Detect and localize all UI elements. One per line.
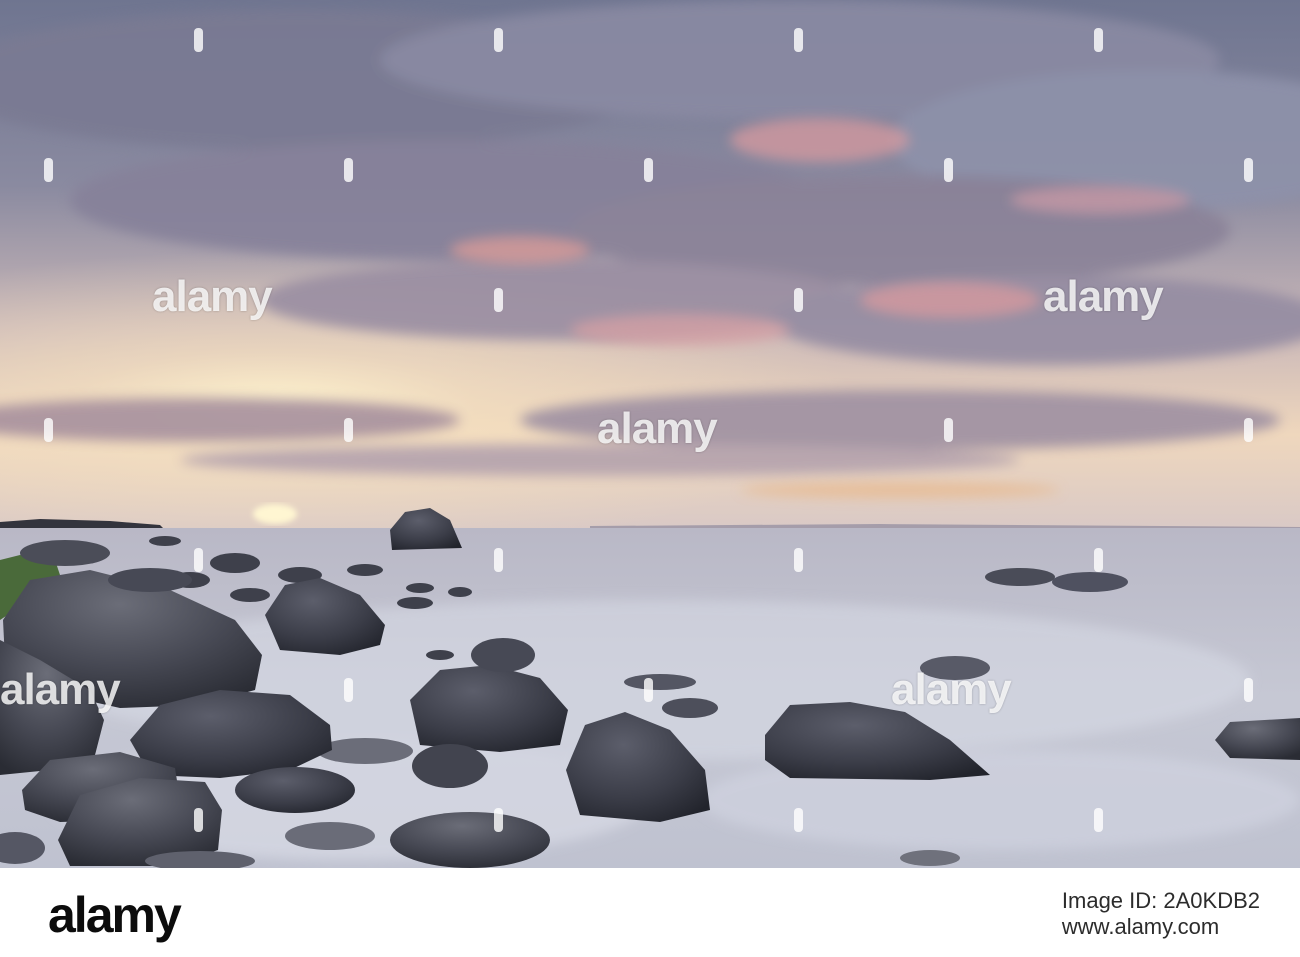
watermark-mark: [344, 678, 353, 702]
watermark-logo: alamy: [152, 272, 273, 321]
watermark-mark: [44, 418, 53, 442]
rock: [1052, 572, 1128, 592]
watermark-mark: [494, 288, 503, 312]
watermark-mark: [944, 158, 953, 182]
watermark-mark: [1244, 678, 1253, 702]
watermark-mark: [344, 418, 353, 442]
rock: [285, 822, 375, 850]
watermark-mark: [494, 548, 503, 572]
rock: [985, 568, 1055, 586]
rock: [662, 698, 718, 718]
rock: [20, 540, 110, 566]
watermark-mark: [344, 158, 353, 182]
watermark-mark: [794, 288, 803, 312]
rock: [412, 744, 488, 788]
footer-info: Image ID: 2A0KDB2 www.alamy.com: [1062, 888, 1260, 940]
watermark-logo: alamy: [1043, 272, 1164, 321]
watermark-mark: [194, 28, 203, 52]
watermark-mark: [644, 158, 653, 182]
rock: [900, 850, 960, 866]
watermark-mark: [1244, 158, 1253, 182]
watermark-mark: [44, 158, 53, 182]
watermark-mark: [794, 28, 803, 52]
watermark-mark: [1244, 418, 1253, 442]
rock: [317, 738, 413, 764]
rock: [108, 568, 192, 592]
watermark-mark: [494, 808, 503, 832]
watermark-mark: [944, 418, 953, 442]
watermark-mark: [794, 808, 803, 832]
rock: [235, 767, 355, 813]
rock: [471, 638, 535, 672]
watermark-mark: [1094, 808, 1103, 832]
watermark-logo: alamy: [0, 665, 121, 714]
rock: [390, 812, 550, 868]
watermark-mark: [194, 548, 203, 572]
watermark-logo: alamy: [891, 665, 1012, 714]
image-id: Image ID: 2A0KDB2: [1061, 888, 1260, 913]
footer-bar: alamy Image ID: 2A0KDB2 www.alamy.com: [0, 868, 1300, 957]
watermark-mark: [194, 808, 203, 832]
site-url: www.alamy.com: [1061, 914, 1220, 939]
watermark-mark: [644, 678, 653, 702]
watermark-mark: [1094, 28, 1103, 52]
watermark-mark: [794, 548, 803, 572]
watermark-mark: [494, 28, 503, 52]
watermark-mark: [1094, 548, 1103, 572]
setting-sun: [253, 504, 297, 524]
watermark-logo: alamy: [597, 404, 718, 453]
rock: [624, 674, 696, 690]
footer-logo: alamy: [48, 887, 182, 943]
